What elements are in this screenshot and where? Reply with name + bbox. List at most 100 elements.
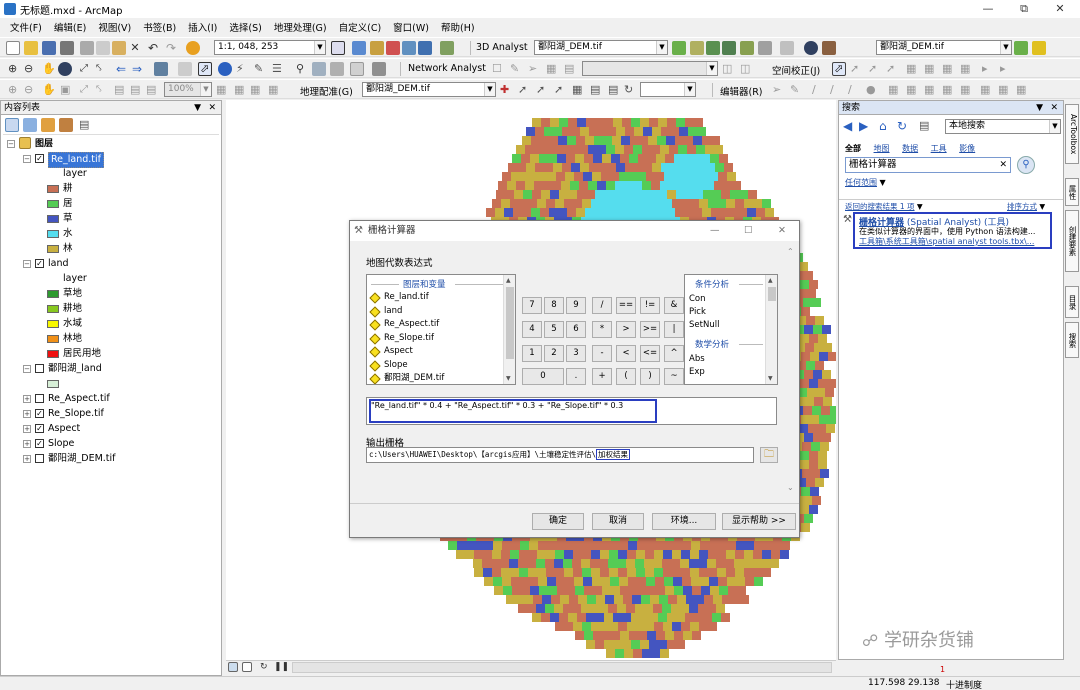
- close-button[interactable]: ✕: [1040, 0, 1080, 18]
- toc-item[interactable]: 居民用地: [1, 347, 217, 361]
- toc-item[interactable]: 草: [1, 212, 217, 226]
- key-&[interactable]: &: [664, 297, 684, 314]
- key-0[interactable]: 0: [522, 368, 564, 385]
- toc-item[interactable]: + ✓ Slope: [1, 437, 217, 451]
- scroll-up-icon[interactable]: ▲: [506, 277, 511, 284]
- model-builder-icon[interactable]: [440, 41, 454, 55]
- functions-listbox[interactable]: 条件分析 Con Pick SetNull 数学分析 Abs Exp ▲ ▼: [684, 274, 778, 385]
- layer-name[interactable]: Aspect: [48, 422, 80, 436]
- clear-selection-icon[interactable]: [178, 62, 192, 76]
- edge-match-icon[interactable]: ▸: [982, 62, 996, 76]
- forward-extent-icon[interactable]: ⇒: [132, 62, 146, 76]
- measure-icon[interactable]: ☰: [272, 62, 286, 76]
- key-9[interactable]: 9: [566, 297, 586, 314]
- collapse-icon[interactable]: −: [7, 140, 15, 148]
- expression-input[interactable]: "Re_land.tif" * 0.4 + "Re_Aspect.tif" * …: [366, 397, 777, 425]
- split-icon[interactable]: ▦: [942, 83, 956, 97]
- search-button-icon[interactable]: ⚲: [1017, 156, 1035, 174]
- create-features-tab[interactable]: 创建要素: [1065, 210, 1079, 272]
- find-icon[interactable]: ⚲: [296, 62, 310, 76]
- network-analyst-label[interactable]: Network Analyst: [408, 63, 486, 74]
- menu-customize[interactable]: 自定义(C): [333, 20, 388, 34]
- zoom-in-icon[interactable]: ⊕: [8, 62, 22, 76]
- sort-by[interactable]: 排序方式 ▼: [1007, 201, 1045, 212]
- scroll-down-icon[interactable]: ▼: [506, 375, 511, 382]
- dialog-scrollbar[interactable]: ⌃ ⌄: [787, 247, 797, 499]
- menu-geoprocessing[interactable]: 地理处理(G): [268, 20, 333, 34]
- func-abs[interactable]: Abs: [689, 353, 705, 366]
- save-icon[interactable]: [42, 41, 56, 55]
- fixed-zoom-out-icon[interactable]: ⤣: [96, 62, 110, 76]
- search-result-item[interactable]: 栅格计算器 (Spatial Analyst) (工具) 在类似计算器的界面中，…: [853, 212, 1052, 249]
- key-!=[interactable]: !=: [640, 297, 660, 314]
- layer-list-item[interactable]: land: [369, 305, 402, 318]
- 3d-layer-combo[interactable]: 鄱阳湖_DEM.tif ▼: [534, 40, 668, 55]
- contour-icon[interactable]: [672, 41, 686, 55]
- tab-tools[interactable]: 工具: [931, 144, 947, 153]
- scroll-thumb[interactable]: [506, 287, 514, 359]
- toc-item[interactable]: − ✓ Re_land.tif: [1, 152, 217, 168]
- pause-drawing-icon[interactable]: ❚❚: [274, 661, 289, 675]
- page-1to1-icon[interactable]: ▤: [146, 83, 160, 97]
- arcscene-icon[interactable]: [780, 41, 794, 55]
- scroll-thumb[interactable]: [768, 287, 776, 301]
- rotate-icon[interactable]: ➚: [518, 83, 532, 97]
- toc-item[interactable]: 耕地: [1, 302, 217, 316]
- toggle-draft-icon[interactable]: ▦: [216, 83, 230, 97]
- expand-icon[interactable]: +: [23, 425, 31, 433]
- func-exp[interactable]: Exp: [689, 366, 705, 379]
- layer-list-item[interactable]: Aspect: [369, 345, 413, 358]
- key-8[interactable]: 8: [544, 297, 564, 314]
- fixed-zoom-in-icon[interactable]: ⤢: [80, 62, 94, 76]
- layer-list-item[interactable]: Re_Slope.tif: [369, 332, 434, 345]
- key-^[interactable]: ^: [664, 345, 684, 362]
- layer-visibility-checkbox[interactable]: [35, 364, 44, 373]
- collapse-icon[interactable]: −: [23, 155, 31, 163]
- arcglobe-icon[interactable]: [822, 41, 836, 55]
- identify-icon[interactable]: [218, 62, 232, 76]
- key-.[interactable]: .: [566, 368, 586, 385]
- page-fixed-in-icon[interactable]: ⤢: [80, 83, 94, 97]
- toc-item[interactable]: 草地: [1, 287, 217, 301]
- change-layout-icon[interactable]: ▦: [250, 83, 264, 97]
- edit-tool-icon[interactable]: ➢: [772, 83, 786, 97]
- toc-item[interactable]: 林: [1, 242, 217, 256]
- rotate-edit-icon[interactable]: ▦: [960, 83, 974, 97]
- hyperlink-icon[interactable]: ⚡: [236, 62, 250, 76]
- scroll-up-icon[interactable]: ⌃: [787, 247, 794, 256]
- layer-visibility-checkbox[interactable]: ✓: [35, 424, 44, 433]
- key-|[interactable]: |: [664, 321, 684, 338]
- attributes-icon[interactable]: ▦: [980, 83, 994, 97]
- layers-scrollbar[interactable]: ▲ ▼: [503, 275, 515, 384]
- func-con[interactable]: Con: [689, 293, 706, 306]
- histogram-icon[interactable]: [1032, 41, 1046, 55]
- page-forward-icon[interactable]: ▤: [130, 83, 144, 97]
- browse-folder-icon[interactable]: 🗀: [760, 447, 778, 463]
- search-input[interactable]: 栅格计算器 ✕: [845, 157, 1011, 173]
- spatial-adjust-label[interactable]: 空间校正(J): [772, 63, 820, 77]
- toc-item[interactable]: layer: [1, 167, 217, 181]
- forward-icon[interactable]: ▶: [859, 119, 873, 133]
- minimize-button[interactable]: —: [968, 0, 1008, 18]
- horizontal-scrollbar[interactable]: [292, 662, 832, 673]
- collapse-icon[interactable]: −: [23, 260, 31, 268]
- scale-icon[interactable]: ➚: [554, 83, 568, 97]
- properties-tab[interactable]: 属性: [1065, 178, 1079, 206]
- layer-visibility-checkbox[interactable]: ✓: [35, 259, 44, 268]
- toc-item[interactable]: 林地: [1, 332, 217, 346]
- auto-adjust-icon[interactable]: ▦: [572, 83, 586, 97]
- ok-button[interactable]: 确定: [532, 513, 584, 530]
- scroll-down-icon[interactable]: ▼: [768, 375, 773, 382]
- sa-contour-icon[interactable]: [1014, 41, 1028, 55]
- goto-xy-icon[interactable]: [330, 62, 344, 76]
- spatial-analyst-layer-combo[interactable]: 鄱阳湖_DEM.tif ▼: [876, 40, 1012, 55]
- key-4[interactable]: 4: [522, 321, 542, 338]
- key-7[interactable]: 7: [522, 297, 542, 314]
- zoom-out-icon[interactable]: ⊖: [24, 62, 38, 76]
- cancel-button[interactable]: 取消: [592, 513, 644, 530]
- toc-item[interactable]: − ✓ land: [1, 257, 217, 271]
- back-extent-icon[interactable]: ⇐: [116, 62, 130, 76]
- layer-name[interactable]: 鄱阳湖_DEM.tif: [48, 452, 116, 466]
- search-window-icon[interactable]: [386, 41, 400, 55]
- tab-data[interactable]: 数据: [902, 144, 918, 153]
